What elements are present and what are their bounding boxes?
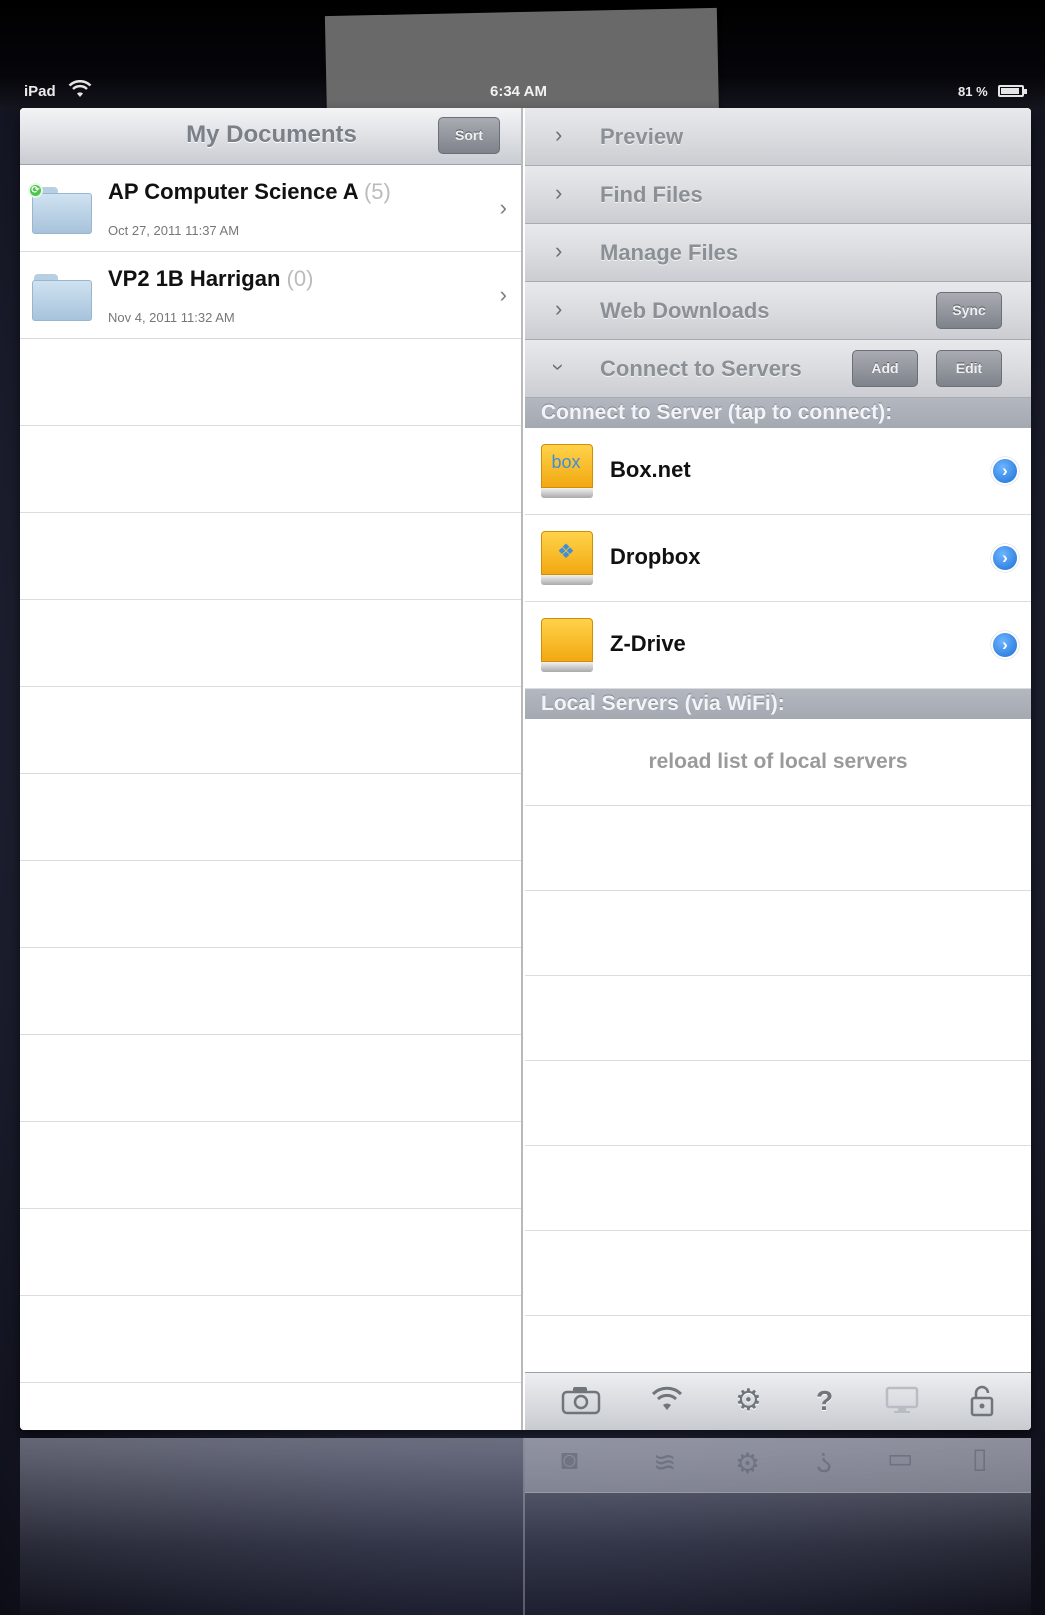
add-server-button[interactable]: Add [852,350,918,387]
server-name: Dropbox [610,544,701,569]
dropbox-drive-icon: ❖ [541,531,593,586]
help-icon-reflection: ? [816,1447,832,1478]
monitor-icon[interactable] [885,1385,919,1422]
empty-row [20,774,521,861]
wifi-signal-icon [68,79,92,104]
empty-row [525,1146,1031,1231]
documents-pane: My Documents Sort ⟳ AP Computer Science … [20,108,523,1430]
folder-icon [32,274,92,321]
empty-row [525,806,1031,891]
sync-status-icon: ⟳ [28,183,43,198]
app-window: My Documents Sort ⟳ AP Computer Science … [20,108,1031,1430]
section-label: Web Downloads [600,298,770,323]
help-icon[interactable]: ? [816,1385,833,1417]
local-servers-header: Local Servers (via WiFi): [525,689,1031,719]
document-date: Nov 4, 2011 11:32 AM [108,310,235,325]
section-label: Manage Files [600,240,739,265]
empty-row [20,687,521,774]
empty-row [525,976,1031,1061]
drive-icon [541,618,593,673]
reload-local-servers-button[interactable]: reload list of local servers [525,719,1031,806]
server-name: Box.net [610,457,691,482]
section-connect-to-servers[interactable]: › Connect to Servers Add Edit [525,340,1031,398]
status-bar: iPad 6:34 AM 81 % [20,79,1030,106]
document-count: (0) [286,266,314,291]
section-preview[interactable]: › Preview [525,108,1031,166]
chevron-right-icon: › [555,296,563,321]
empty-row [20,1035,521,1122]
chevron-right-icon: › [555,238,563,263]
detail-disclosure-icon[interactable]: › [991,457,1019,485]
empty-row [20,600,521,687]
document-row[interactable]: VP2 1B Harrigan (0) Nov 4, 2011 11:32 AM… [20,252,521,339]
empty-row [20,861,521,948]
document-count: (5) [363,179,391,204]
empty-row [20,339,521,426]
section-label: Preview [600,124,684,149]
empty-row [20,948,521,1035]
document-name: AP Computer Science A [108,179,358,204]
sort-button[interactable]: Sort [438,117,500,154]
server-row-dropbox[interactable]: ❖ Dropbox › [525,515,1031,602]
chevron-right-icon: › [499,282,507,307]
clock: 6:34 AM [490,83,547,100]
section-web-downloads[interactable]: › Web Downloads Sync [525,282,1031,340]
server-row-boxnet[interactable]: box Box.net › [525,428,1031,515]
battery-percent: 81 % [958,84,988,99]
detail-disclosure-icon[interactable]: › [991,631,1019,659]
camera-icon[interactable] [561,1385,601,1422]
gear-icon-reflection: ⚙ [735,1447,761,1478]
sync-button[interactable]: Sync [936,292,1002,329]
empty-row [20,513,521,600]
chevron-down-icon: › [546,363,572,371]
connect-server-header: Connect to Server (tap to connect): [525,398,1031,428]
actions-pane: › Preview › Find Files › Manage Files › … [525,108,1031,1430]
detail-disclosure-icon[interactable]: › [991,544,1019,572]
section-label: Connect to Servers [600,356,802,381]
empty-row [525,1231,1031,1316]
empty-row [525,891,1031,976]
chevron-right-icon: › [555,122,563,147]
empty-row [525,1061,1031,1146]
battery-icon [998,85,1027,97]
section-label: Find Files [600,182,703,207]
lock-icon[interactable] [970,1385,994,1424]
chevron-right-icon: › [555,180,563,205]
empty-row [20,1209,521,1296]
carrier-label: iPad [24,83,56,100]
document-name: VP2 1B Harrigan [108,266,281,291]
gear-icon[interactable]: ⚙ [735,1383,762,1418]
empty-row [20,426,521,513]
lock-icon-reflection: ▯ [972,1447,988,1478]
section-find-files[interactable]: › Find Files [525,166,1031,224]
document-row[interactable]: ⟳ AP Computer Science A (5) Oct 27, 2011… [20,165,521,252]
edit-servers-button[interactable]: Edit [936,350,1002,387]
section-manage-files[interactable]: › Manage Files [525,224,1031,282]
server-name: Z-Drive [610,631,686,656]
monitor-icon-reflection: ▭ [887,1447,914,1478]
document-date: Oct 27, 2011 11:37 AM [108,223,240,238]
wifi-icon[interactable] [650,1385,684,1420]
wifi-icon-reflection: ≋ [653,1447,677,1478]
chevron-right-icon: › [499,195,507,220]
empty-row [20,1296,521,1383]
camera-icon-reflection: ◙ [561,1447,578,1478]
box-drive-icon: box [541,444,593,499]
device-reflection: ◙ ≋ ⚙ ? ▭ ▯ [20,1438,1031,1615]
documents-navbar: My Documents Sort [20,108,521,165]
empty-row [20,1122,521,1209]
bottom-toolbar: ⚙ ? [525,1372,1031,1430]
server-row-zdrive[interactable]: Z-Drive › [525,602,1031,689]
